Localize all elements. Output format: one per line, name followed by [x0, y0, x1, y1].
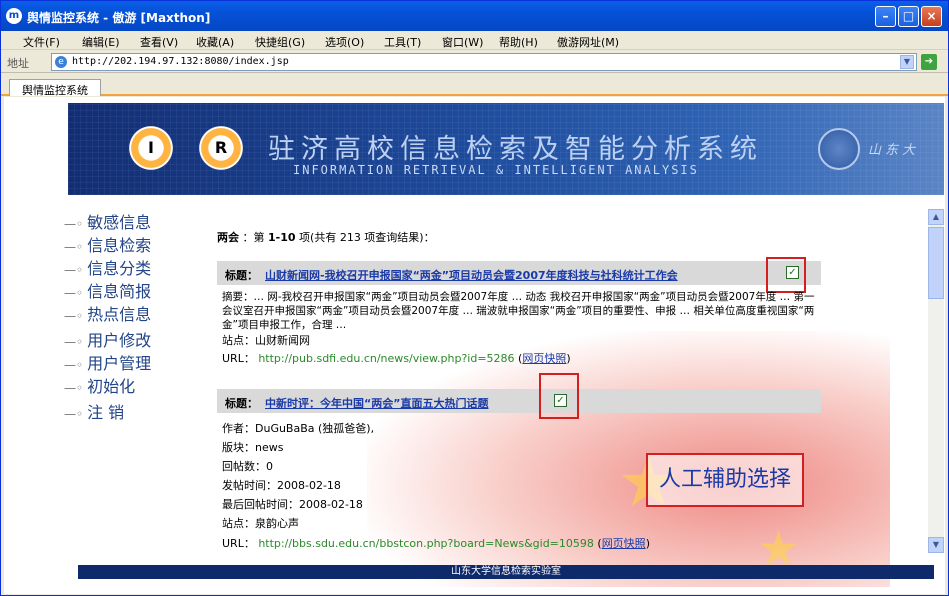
banner: I R 驻济高校信息检索及智能分析系统 INFORMATION RETRIEVA… — [68, 103, 944, 195]
address-bar: 地址 e http://202.194.97.132:8080/index.js… — [1, 51, 948, 73]
menu-help[interactable]: 帮助(H) — [499, 34, 538, 50]
sidebar-label[interactable]: 热点信息 — [87, 305, 151, 324]
result-site: 站点：山财新闻网 — [222, 334, 310, 347]
sidebar-label[interactable]: 用户修改 — [87, 331, 151, 350]
result-url-row: URL： http://bbs.sdu.edu.cn/bbstcon.php?b… — [222, 537, 650, 550]
tab-bar: 舆情监控系统 — [1, 74, 948, 97]
sidebar-label[interactable]: 信息分类 — [87, 259, 151, 278]
go-button[interactable]: ➔ — [921, 54, 937, 70]
vertical-scrollbar[interactable]: ▲ ▼ — [928, 209, 944, 553]
scroll-down-icon[interactable]: ▼ — [928, 537, 944, 553]
banner-subtitle: INFORMATION RETRIEVAL & INTELLIGENT ANAL… — [293, 163, 699, 177]
menu-window[interactable]: 窗口(W) — [442, 34, 483, 50]
snapshot-link[interactable]: 网页快照 — [602, 537, 646, 550]
scroll-thumb[interactable] — [928, 227, 944, 299]
result-board: 版块：news — [222, 441, 284, 454]
query-summary: 两会 ：第 1-10 项(共有 213 项查询结果)： — [217, 229, 435, 245]
sidebar-item-brief[interactable]: —◦ 信息简报 — [64, 278, 194, 301]
result-replies: 回帖数：0 — [222, 460, 273, 473]
menu-file[interactable]: 文件(F) — [23, 34, 60, 50]
sidebar-label[interactable]: 敏感信息 — [87, 213, 151, 232]
sidebar-label[interactable]: 信息检索 — [87, 236, 151, 255]
result-title-link[interactable]: 山财新闻网-我校召开申报国家“两金”项目动员会暨2007年度科技与社科统计工作会 — [265, 267, 678, 283]
result-last-reply: 最后回帖时间：2008-02-18 — [222, 498, 363, 511]
address-input[interactable]: e http://202.194.97.132:8080/index.jsp ▼ — [51, 53, 917, 71]
result-url-row: URL： http://pub.sdfi.edu.cn/news/view.ph… — [222, 352, 571, 365]
sidebar-item-classify[interactable]: —◦ 信息分类 — [64, 255, 194, 278]
result-title-bar: 标题： 中新时评：今年中国“两会”直面五大热门话题 ✓ — [217, 389, 821, 413]
url-label: URL： — [222, 352, 255, 365]
query-range: 1-10 — [268, 231, 296, 244]
result-author: 作者：DuGuBaBa (独孤爸爸), — [222, 422, 375, 435]
sidebar-label[interactable]: 信息简报 — [87, 282, 151, 301]
result-url[interactable]: http://bbs.sdu.edu.cn/bbstcon.php?board=… — [258, 537, 594, 550]
sidebar-label[interactable]: 注 销 — [87, 403, 124, 422]
sidebar: —◦ 敏感信息 —◦ 信息检索 —◦ 信息分类 —◦ 信息简报 —◦ 热点信息 —◦ 用户修… — [64, 209, 194, 422]
query-sep: ：第 — [242, 231, 265, 244]
result-url[interactable]: http://pub.sdfi.edu.cn/news/view.php?id=… — [258, 352, 514, 365]
tab-main[interactable]: 舆情监控系统 — [9, 79, 101, 97]
university-seal-icon — [818, 128, 860, 170]
logo-r-icon: R — [198, 125, 244, 171]
title-bar[interactable]: m 舆情监控系统 - 傲游 [Maxthon] – □ × — [1, 1, 948, 31]
scroll-up-icon[interactable]: ▲ — [928, 209, 944, 225]
banner-calligraphy: 山东大 — [868, 143, 920, 158]
sidebar-item-init[interactable]: —◦ 初始化 — [64, 373, 194, 396]
page-icon: e — [55, 56, 67, 68]
close-button[interactable]: × — [921, 6, 942, 27]
menu-groups[interactable]: 快捷组(G) — [255, 34, 305, 50]
highlight-box — [539, 373, 579, 419]
menu-bar: 文件(F) 编辑(E) 查看(V) 收藏(A) 快捷组(G) 选项(O) 工具(… — [1, 31, 948, 50]
menu-maxthon-site[interactable]: 傲游网址(M) — [557, 34, 619, 50]
result-abstract: 摘要：… 网-我校召开申报国家“两金”项目动员会暨2007年度 … 动态 我校召… — [222, 290, 822, 332]
query-total: 项(共有 213 项查询结果)： — [299, 231, 435, 244]
result-posted: 发帖时间：2008-02-18 — [222, 479, 341, 492]
sidebar-item-user-edit[interactable]: —◦ 用户修改 — [64, 327, 194, 350]
address-url[interactable]: http://202.194.97.132:8080/index.jsp — [72, 56, 289, 67]
page-content: I R 驻济高校信息检索及智能分析系统 INFORMATION RETRIEVA… — [4, 97, 945, 594]
query-keyword: 两会 — [217, 231, 239, 244]
menu-edit[interactable]: 编辑(E) — [82, 34, 120, 50]
result-title-link[interactable]: 中新时评：今年中国“两会”直面五大热门话题 — [265, 395, 488, 411]
result-title-bar: 标题： 山财新闻网-我校召开申报国家“两金”项目动员会暨2007年度科技与社科统… — [217, 261, 821, 285]
abstract-text: … 网-我校召开申报国家“两金”项目动员会暨2007年度 … 动态 我校召开申报… — [222, 291, 815, 331]
highlight-box — [766, 257, 806, 293]
sidebar-item-logout[interactable]: —◦ 注 销 — [64, 399, 194, 422]
sidebar-label[interactable]: 初始化 — [87, 377, 135, 396]
banner-title: 驻济高校信息检索及智能分析系统 — [268, 134, 763, 165]
sidebar-item-hot[interactable]: —◦ 热点信息 — [64, 301, 194, 324]
url-label: URL： — [222, 537, 255, 550]
title-label: 标题： — [225, 397, 258, 410]
sidebar-label[interactable]: 用户管理 — [87, 354, 151, 373]
result-site: 站点：泉韵心声 — [222, 517, 299, 530]
results-pane: ★ ★ 两会 ：第 1-10 项(共有 213 项查询结果)： 标题： 山财新闻… — [197, 201, 890, 587]
annotation-callout: 人工辅助选择 — [646, 453, 804, 507]
maxthon-icon: m — [6, 8, 22, 24]
menu-options[interactable]: 选项(O) — [325, 34, 364, 50]
maximize-button[interactable]: □ — [898, 6, 919, 27]
window-title: 舆情监控系统 - 傲游 [Maxthon] — [27, 11, 211, 25]
menu-favorites[interactable]: 收藏(A) — [196, 34, 234, 50]
sidebar-item-user-manage[interactable]: —◦ 用户管理 — [64, 350, 194, 373]
title-label: 标题： — [225, 269, 258, 282]
browser-window: m 舆情监控系统 - 傲游 [Maxthon] – □ × 文件(F) 编辑(E… — [0, 0, 949, 596]
chevron-down-icon[interactable]: ▼ — [900, 55, 914, 69]
address-label: 地址 — [7, 57, 29, 70]
logo-i-icon: I — [128, 125, 174, 171]
snapshot-link[interactable]: 网页快照 — [522, 352, 566, 365]
footer: 山东大学信息检索实验室 — [78, 565, 934, 579]
sidebar-item-sensitive[interactable]: —◦ 敏感信息 — [64, 209, 194, 232]
menu-view[interactable]: 查看(V) — [140, 34, 178, 50]
minimize-button[interactable]: – — [875, 6, 896, 27]
abstract-label: 摘要： — [222, 291, 254, 303]
sidebar-item-search[interactable]: —◦ 信息检索 — [64, 232, 194, 255]
menu-tools[interactable]: 工具(T) — [384, 34, 421, 50]
